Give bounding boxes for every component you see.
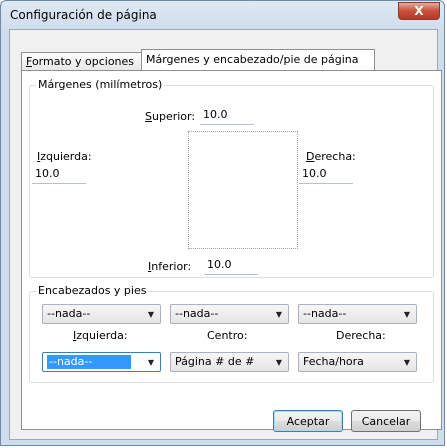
cancel-button[interactable]: Cancelar	[351, 410, 421, 432]
bottom-margin-field[interactable]: 10.0	[204, 257, 258, 275]
page-setup-dialog: Configuración de página X Formato y opci…	[0, 0, 445, 446]
chevron-down-icon: ▼	[147, 357, 155, 367]
header-center-value: --nada--	[175, 307, 219, 320]
top-margin-field[interactable]: 10.0	[200, 107, 254, 125]
header-center-select[interactable]: --nada-- ▼	[170, 304, 289, 324]
header-right-value: --nada--	[303, 307, 347, 320]
margin-preview	[188, 131, 298, 249]
dialog-body: Formato y opciones Márgenes y encabezado…	[9, 29, 442, 440]
right-margin-label: Derecha:	[306, 150, 356, 163]
tab-format-options[interactable]: Formato y opciones	[21, 52, 142, 71]
cancel-button-label: Cancelar	[361, 414, 411, 428]
chevron-down-icon: ▼	[275, 309, 283, 319]
left-margin-label: Izquierda:	[37, 150, 92, 163]
center-position-label: Centro:	[207, 329, 248, 342]
header-right-select[interactable]: --nada-- ▼	[298, 304, 417, 324]
footer-center-select[interactable]: Página # de # ▼	[170, 352, 289, 372]
footer-center-value: Página # de #	[175, 355, 255, 368]
margins-group-label: Márgenes (milímetros)	[36, 78, 165, 91]
bottom-margin-label: Inferior:	[148, 260, 192, 273]
footer-right-value: Fecha/hora	[303, 355, 364, 368]
close-icon: X	[414, 4, 424, 18]
footer-left-value: --nada--	[47, 355, 131, 369]
left-margin-field[interactable]: 10.0	[32, 166, 86, 184]
header-left-select[interactable]: --nada-- ▼	[42, 304, 161, 324]
headers-footers-group-label: Encabezados y pies	[36, 284, 149, 297]
chevron-down-icon: ▼	[403, 357, 411, 367]
left-position-label: Izquierda:	[73, 329, 128, 342]
close-button[interactable]: X	[398, 2, 440, 20]
title-bar[interactable]: Configuración de página X	[1, 1, 446, 29]
chevron-down-icon: ▼	[275, 357, 283, 367]
tab-panel: Márgenes (milímetros) Superior: 10.0 Izq…	[21, 70, 442, 430]
right-margin-field[interactable]: 10.0	[299, 166, 353, 184]
footer-left-select[interactable]: --nada-- ▼	[42, 352, 161, 372]
tab-margins-header-footer[interactable]: Márgenes y encabezado/pie de página	[141, 49, 375, 71]
top-margin-label: Superior:	[145, 110, 196, 123]
chevron-down-icon: ▼	[403, 309, 411, 319]
ok-button-label: Aceptar	[286, 414, 330, 428]
dialog-title: Configuración de página	[10, 8, 157, 22]
chevron-down-icon: ▼	[147, 309, 155, 319]
footer-right-select[interactable]: Fecha/hora ▼	[298, 352, 417, 372]
ok-button[interactable]: Aceptar	[273, 410, 343, 432]
right-position-label: Derecha:	[336, 329, 386, 342]
header-left-value: --nada--	[47, 307, 91, 320]
